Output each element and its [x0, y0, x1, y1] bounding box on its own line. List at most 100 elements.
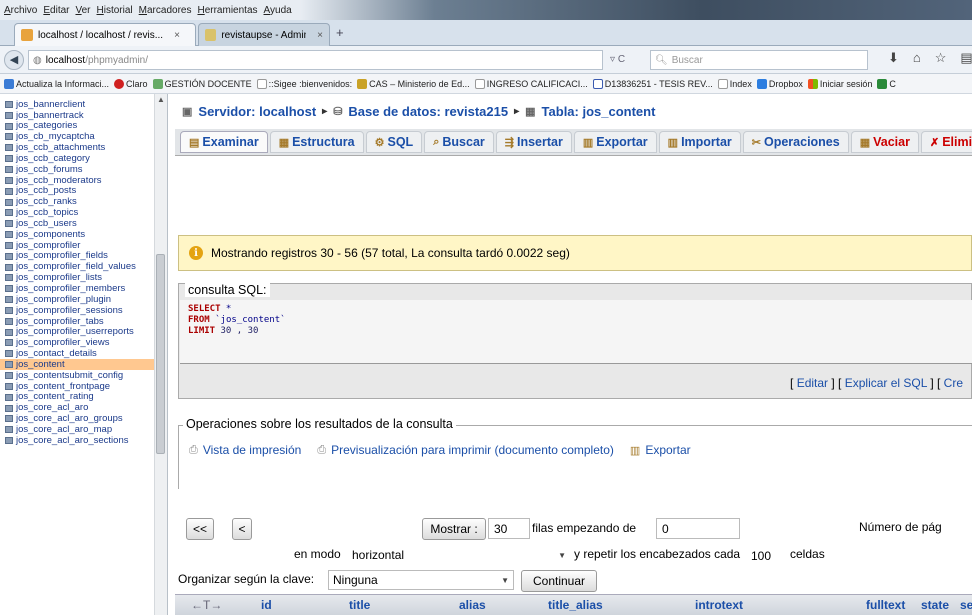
print-full-link[interactable]: ⎙ Previsualización para imprimir (documen…	[317, 443, 614, 457]
bookmark-item[interactable]: D13836251 - TESIS REV...	[592, 78, 713, 89]
sidebar-item-jos-comprofiler-lists[interactable]: jos_comprofiler_lists	[0, 273, 167, 284]
download-icon[interactable]: ⬇	[888, 50, 899, 66]
sidebar-item-jos-comprofiler[interactable]: jos_comprofiler	[0, 240, 167, 251]
start-input[interactable]: 0	[656, 518, 740, 539]
sidebar-item-jos-content-frontpage[interactable]: jos_content_frontpage	[0, 381, 167, 392]
sidebar-item-jos-ccb-users[interactable]: jos_ccb_users	[0, 218, 167, 229]
browser-tab-admin[interactable]: revistaupse - Administración ×	[198, 23, 330, 46]
sidebar-item-jos-contentsubmit-config[interactable]: jos_contentsubmit_config	[0, 370, 167, 381]
menu-marcadores[interactable]: Marcadores	[139, 5, 192, 16]
sidebar-item-jos-bannertrack[interactable]: jos_bannertrack	[0, 110, 167, 121]
sidebar-item-jos-comprofiler-tabs[interactable]: jos_comprofiler_tabs	[0, 316, 167, 327]
column-arrows-icon[interactable]: ←T→	[191, 598, 222, 612]
sidebar-item-jos-content-rating[interactable]: jos_content_rating	[0, 392, 167, 403]
sort-select[interactable]: Ninguna ▼	[328, 570, 514, 590]
bookmark-item[interactable]: ::Sigee :bienvenidos:	[256, 78, 352, 89]
prev-page-button[interactable]: <	[232, 518, 252, 540]
sidebar-item-jos-ccb-attachments[interactable]: jos_ccb_attachments	[0, 142, 167, 153]
first-page-button[interactable]: <<	[186, 518, 214, 540]
sidebar-item-jos-bannerclient[interactable]: jos_bannerclient	[0, 99, 167, 110]
breadcrumb-database[interactable]: Base de datos: revista215	[348, 104, 508, 119]
menu-editar[interactable]: Editar	[43, 5, 69, 16]
column-header-fulltext[interactable]: fulltext	[866, 598, 905, 612]
sidebar-item-jos-cb-mycaptcha[interactable]: jos_cb_mycaptcha	[0, 132, 167, 143]
sidebar-item-jos-ccb-posts[interactable]: jos_ccb_posts	[0, 186, 167, 197]
browser-tab-phpmyadmin[interactable]: localhost / localhost / revis... ×	[14, 23, 196, 46]
tab-operaciones[interactable]: ✂ Operaciones	[742, 131, 849, 153]
sidebar-item-jos-core-acl-aro-groups[interactable]: jos_core_acl_aro_groups	[0, 413, 167, 424]
bookmark-item[interactable]: GESTIÓN DOCENTE	[152, 78, 252, 89]
dropdown-icon[interactable]: ▿	[610, 54, 615, 65]
breadcrumb-table[interactable]: Tabla: jos_content	[542, 104, 656, 119]
continue-button[interactable]: Continuar	[521, 570, 597, 592]
column-header-sectionid[interactable]: se	[960, 598, 972, 612]
sidebar-scroll-thumb[interactable]	[156, 254, 165, 454]
sidebar-item-jos-ccb-topics[interactable]: jos_ccb_topics	[0, 207, 167, 218]
back-button[interactable]: ◀	[4, 49, 24, 70]
tab-eliminar[interactable]: ✗Elimin	[920, 131, 972, 153]
sidebar-item-jos-core-acl-aro[interactable]: jos_core_acl_aro	[0, 403, 167, 414]
tab-buscar[interactable]: ⌕ Buscar	[424, 131, 494, 153]
search-input[interactable]: 🔍︎ Buscar	[650, 50, 868, 70]
column-header-title[interactable]: title	[349, 598, 370, 612]
sidebar-item-jos-comprofiler-views[interactable]: jos_comprofiler_views	[0, 338, 167, 349]
sidebar-item-jos-ccb-forums[interactable]: jos_ccb_forums	[0, 164, 167, 175]
sidebar-item-jos-categories[interactable]: jos_categories	[0, 121, 167, 132]
column-header-id[interactable]: id	[261, 598, 272, 612]
bookmark-item[interactable]: INGRESO CALIFICACI...	[474, 78, 588, 89]
sidebar-item-jos-comprofiler-fields[interactable]: jos_comprofiler_fields	[0, 251, 167, 262]
scroll-up-icon[interactable]: ▲	[157, 95, 165, 104]
sidebar-item-jos-comprofiler-field-values[interactable]: jos_comprofiler_field_values	[0, 262, 167, 273]
sidebar-item-jos-components[interactable]: jos_components	[0, 229, 167, 240]
rows-input[interactable]: 30	[488, 518, 530, 539]
column-header-state[interactable]: state	[921, 598, 949, 612]
print-view-link[interactable]: ⎙ Vista de impresión	[189, 443, 301, 457]
column-header-title-alias[interactable]: title_alias	[548, 598, 603, 612]
menu-archivo[interactable]: Archivo	[4, 5, 37, 16]
create-php-link[interactable]: Cre	[944, 376, 963, 390]
reading-list-icon[interactable]: ▤	[960, 50, 972, 66]
bookmark-item[interactable]: Index	[717, 78, 752, 89]
url-bar[interactable]: ◍ localhost/phpmyadmin/	[28, 50, 603, 70]
explain-sql-link[interactable]: Explicar el SQL	[845, 376, 927, 390]
sidebar-item-jos-contact-details[interactable]: jos_contact_details	[0, 348, 167, 359]
tab-estructura[interactable]: ▦ Estructura	[269, 131, 364, 153]
reload-icon[interactable]: C	[618, 54, 625, 65]
edit-link[interactable]: Editar	[797, 376, 828, 390]
show-button[interactable]: Mostrar :	[422, 518, 486, 540]
column-header-introtext[interactable]: introtext	[695, 598, 743, 612]
bookmark-item[interactable]: CAS – Ministerio de Ed...	[357, 78, 470, 89]
menu-ver[interactable]: Ver	[75, 5, 90, 16]
bookmark-item[interactable]: Claro	[114, 78, 148, 89]
breadcrumb-server[interactable]: Servidor: localhost	[198, 104, 316, 119]
sidebar-item-jos-content[interactable]: jos_content	[0, 359, 167, 371]
menu-herramientas[interactable]: Herramientas	[197, 5, 257, 16]
close-tab-icon[interactable]: ×	[317, 30, 323, 41]
sidebar-item-jos-comprofiler-members[interactable]: jos_comprofiler_members	[0, 283, 167, 294]
sidebar-item-jos-comprofiler-plugin[interactable]: jos_comprofiler_plugin	[0, 294, 167, 305]
sidebar-item-jos-comprofiler-sessions[interactable]: jos_comprofiler_sessions	[0, 305, 167, 316]
mode-select[interactable]: horizontal ▼	[348, 545, 570, 565]
tab-importar[interactable]: ▥ Importar	[658, 131, 741, 153]
sidebar-item-jos-ccb-category[interactable]: jos_ccb_category	[0, 153, 167, 164]
bookmark-item[interactable]: Dropbox	[756, 78, 803, 89]
bookmark-item[interactable]: Actualiza la Informaci...	[4, 78, 109, 89]
bookmark-item[interactable]: Iniciar sesión	[807, 78, 872, 89]
sidebar-item-jos-core-acl-aro-map[interactable]: jos_core_acl_aro_map	[0, 424, 167, 435]
sidebar-item-jos-ccb-ranks[interactable]: jos_ccb_ranks	[0, 197, 167, 208]
close-tab-icon[interactable]: ×	[174, 30, 180, 41]
column-header-alias[interactable]: alias	[459, 598, 486, 612]
sidebar-item-jos-comprofiler-userreports[interactable]: jos_comprofiler_userreports	[0, 327, 167, 338]
sidebar-item-jos-ccb-moderators[interactable]: jos_ccb_moderators	[0, 175, 167, 186]
new-tab-button[interactable]: +	[336, 25, 344, 40]
tab-exportar[interactable]: ▥ Exportar	[573, 131, 657, 153]
tab-examinar[interactable]: ▤ Examinar	[180, 131, 268, 153]
export-link[interactable]: ▥ Exportar	[630, 443, 691, 457]
bookmark-item[interactable]: C	[877, 78, 896, 89]
menu-ayuda[interactable]: Ayuda	[264, 5, 292, 16]
repeat-input[interactable]: 100	[746, 545, 786, 566]
tab-sql[interactable]: ⚙ SQL	[365, 131, 423, 153]
tab-insertar[interactable]: ⇶ Insertar	[495, 131, 572, 153]
tab-vaciar[interactable]: ▦ Vaciar	[850, 131, 919, 153]
sidebar-item-jos-core-acl-aro-sections[interactable]: jos_core_acl_aro_sections	[0, 435, 167, 446]
